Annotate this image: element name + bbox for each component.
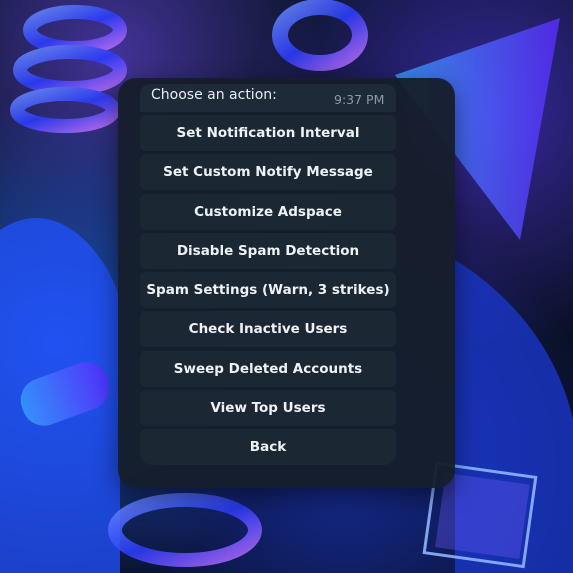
spam-settings-button[interactable]: Spam Settings (Warn, 3 strikes)	[140, 272, 396, 309]
customize-adspace-button[interactable]: Customize Adspace	[140, 193, 396, 230]
tube-decoration	[108, 493, 262, 567]
sweep-deleted-accounts-button[interactable]: Sweep Deleted Accounts	[140, 350, 396, 387]
disable-spam-detection-button[interactable]: Disable Spam Detection	[140, 232, 396, 269]
set-custom-notify-message-button[interactable]: Set Custom Notify Message	[140, 154, 396, 191]
inline-keyboard: Set Notification Interval Set Custom Not…	[140, 115, 396, 469]
check-inactive-users-button[interactable]: Check Inactive Users	[140, 311, 396, 348]
message-prompt: Choose an action:	[151, 87, 277, 103]
spiral-decoration	[10, 5, 127, 133]
set-notification-interval-button[interactable]: Set Notification Interval	[140, 115, 396, 151]
view-top-users-button[interactable]: View Top Users	[140, 390, 396, 427]
message-timestamp: 9:37 PM	[334, 92, 385, 107]
ring-decoration	[272, 0, 368, 71]
back-button[interactable]: Back	[140, 429, 396, 466]
